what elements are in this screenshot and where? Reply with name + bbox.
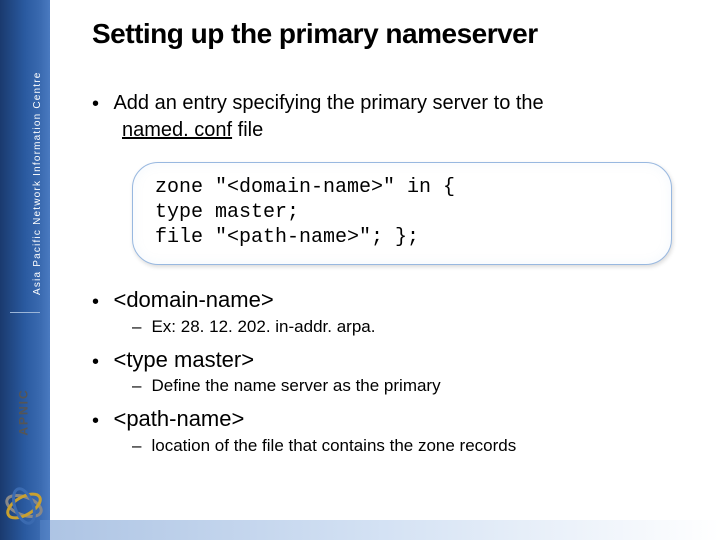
term-type-master-desc: Define the name server as the primary (132, 376, 692, 396)
slide-content: Setting up the primary nameserver Add an… (50, 0, 720, 540)
code-box: zone "<domain-name>" in { type master; f… (132, 162, 672, 265)
term-domain-name-desc: Ex: 28. 12. 202. in-addr. arpa. (132, 317, 692, 337)
term-domain-name-label: <domain-name> (113, 287, 273, 312)
term-list: <domain-name> Ex: 28. 12. 202. in-addr. … (92, 285, 692, 456)
intro-file-underline: named. conf (122, 119, 232, 141)
term-path-name-label: <path-name> (113, 406, 244, 431)
term-path-name-desc: location of the file that contains the z… (132, 436, 692, 456)
term-path-name: <path-name> location of the file that co… (92, 404, 692, 456)
term-type-master-label: <type master> (113, 347, 254, 372)
sidebar-divider (10, 312, 40, 313)
sidebar-org-name: Asia Pacific Network Information Centre (32, 71, 43, 295)
sidebar: Asia Pacific Network Information Centre … (0, 0, 50, 540)
slide-title: Setting up the primary nameserver (92, 18, 692, 50)
intro-prefix: Add an entry specifying the primary serv… (113, 92, 543, 114)
apnic-logo-text: APNIC (17, 388, 31, 435)
intro-file-rest: file (232, 119, 263, 141)
term-domain-name: <domain-name> Ex: 28. 12. 202. in-addr. … (92, 285, 692, 337)
bullet-intro: Add an entry specifying the primary serv… (92, 90, 692, 144)
apnic-logo: APNIC (0, 345, 54, 530)
bullet-list: Add an entry specifying the primary serv… (92, 90, 692, 144)
term-type-master: <type master> Define the name server as … (92, 345, 692, 397)
intro-text: Add an entry specifying the primary serv… (92, 92, 544, 141)
code-snippet: zone "<domain-name>" in { type master; f… (155, 175, 649, 250)
